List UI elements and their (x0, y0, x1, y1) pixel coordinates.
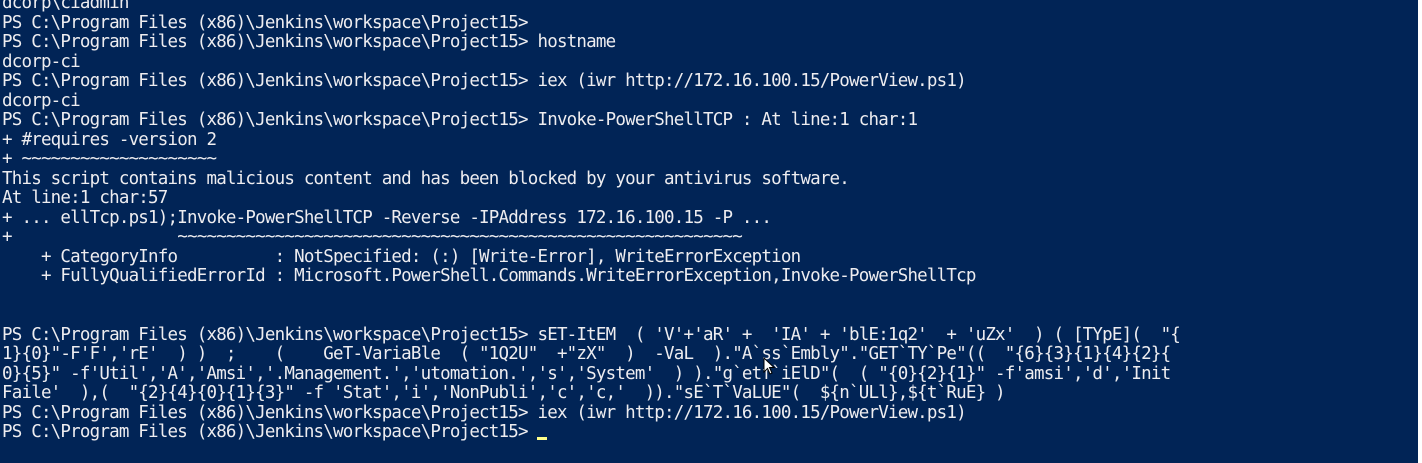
console-line: + CategoryInfo : NotSpecified: (:) [Writ… (2, 246, 801, 267)
console-line: 1}{0}"-F'F','rE' ) ) ; ( GeT-VariaBle ( … (2, 344, 1171, 364)
window-edge (1418, 0, 1422, 463)
console-line: 0}{5}" -f'Util','A','Amsi','.Management.… (2, 363, 1171, 384)
console-line: This script contains malicious content a… (2, 168, 850, 189)
mouse-pointer-icon (763, 357, 775, 375)
powershell-console[interactable]: dcorp\ciadmin PS C:\Program Files (x86)\… (0, 0, 1418, 463)
console-line: + #requires -version 2 (2, 129, 217, 150)
console-line: PS C:\Program Files (x86)\Jenkins\worksp… (2, 324, 1181, 345)
console-line: + ~~~~~~~~~~~~~~~~~~~~~~~~~~~~~~~~~~~~~~… (2, 227, 743, 247)
console-line: Faile' ),( "{2}{4}{0}{1}{3}" -f 'Stat','… (2, 383, 1006, 403)
console-line: PS C:\Program Files (x86)\Jenkins\worksp… (2, 71, 967, 91)
console-line: + ~~~~~~~~~~~~~~~~~~~~ (2, 149, 217, 169)
console-line: PS C:\Program Files (x86)\Jenkins\worksp… (2, 110, 918, 130)
console-line: dcorp-ci (2, 51, 81, 72)
text-cursor-icon (537, 436, 548, 440)
console-prompt-line[interactable]: PS C:\Program Files (x86)\Jenkins\worksp… (2, 422, 548, 443)
console-line: PS C:\Program Files (x86)\Jenkins\worksp… (2, 12, 529, 33)
console-prompt: PS C:\Program Files (x86)\Jenkins\worksp… (2, 422, 538, 442)
console-line: At line:1 char:57 (2, 188, 168, 208)
console-line: PS C:\Program Files (x86)\Jenkins\worksp… (2, 32, 616, 52)
console-line: + ... ellTcp.ps1);Invoke-PowerShellTCP -… (2, 207, 772, 228)
console-line: + FullyQualifiedErrorId : Microsoft.Powe… (2, 266, 976, 286)
console-line: dcorp-ci (2, 90, 81, 111)
console-line: dcorp\ciadmin (2, 0, 129, 13)
console-line: PS C:\Program Files (x86)\Jenkins\worksp… (2, 402, 967, 423)
